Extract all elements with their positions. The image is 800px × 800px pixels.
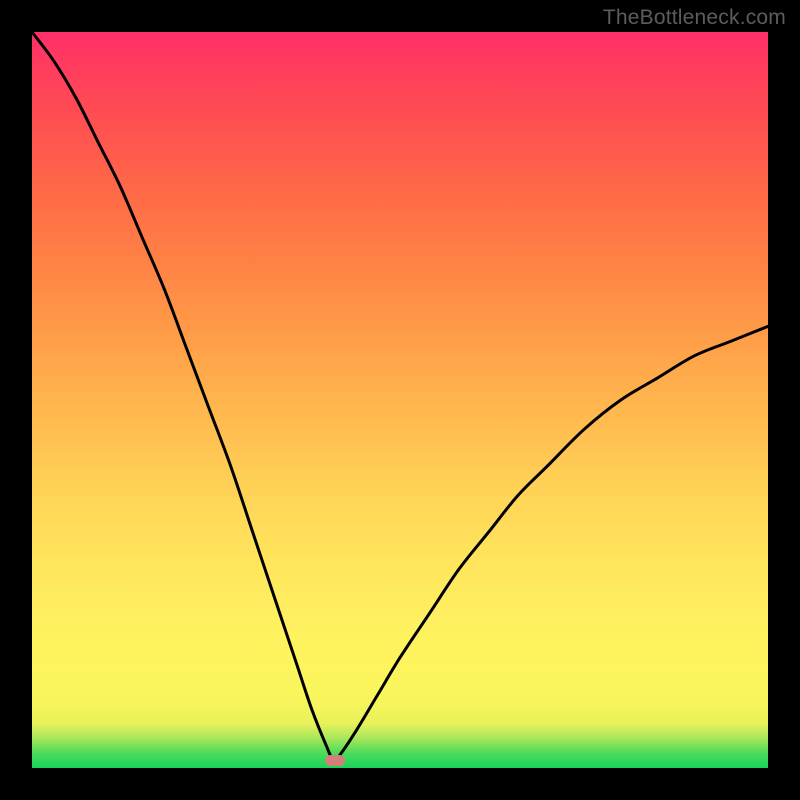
curve-svg [32, 32, 768, 768]
plot-area [32, 32, 768, 768]
chart-frame: TheBottleneck.com [0, 0, 800, 800]
watermark-text: TheBottleneck.com [603, 6, 786, 30]
optimum-marker [325, 755, 345, 766]
bottleneck-curve [32, 32, 768, 761]
